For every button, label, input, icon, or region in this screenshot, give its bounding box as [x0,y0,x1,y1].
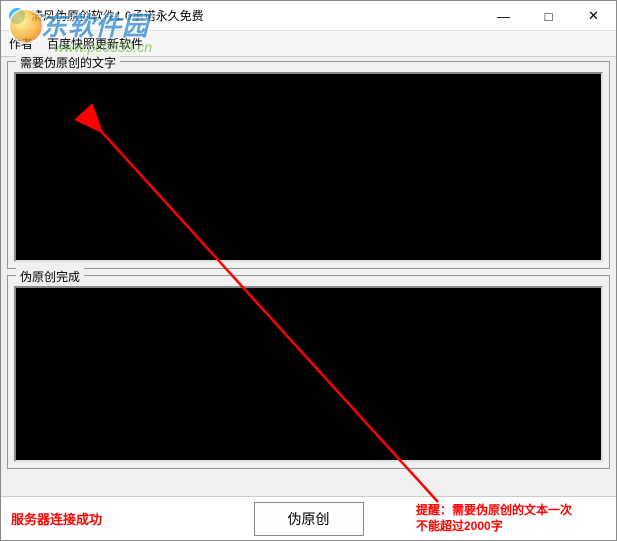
input-group-label: 需要伪原创的文字 [16,54,120,71]
titlebar: 清风伪原创软件1.0承诺永久免费 — □ ✕ [1,1,616,31]
hint-line1: 提醒：需要伪原创的文本一次 [416,503,572,517]
close-button[interactable]: ✕ [571,1,616,31]
toolbar-update[interactable]: 百度快照更新软件 [47,35,143,52]
maximize-button[interactable]: □ [526,1,571,31]
output-group: 伪原创完成 [7,275,610,469]
app-icon [9,8,25,24]
input-textarea[interactable] [14,72,603,262]
window-controls: — □ ✕ [481,1,616,31]
app-window: 清风伪原创软件1.0承诺永久免费 — □ ✕ 作者 百度快照更新软件 需要伪原创… [0,0,617,541]
input-group: 需要伪原创的文字 [7,61,610,269]
status-text: 服务器连接成功 [1,509,201,528]
hint-text: 提醒：需要伪原创的文本一次 不能超过2000字 [416,503,596,534]
window-title: 清风伪原创软件1.0承诺永久免费 [31,7,204,24]
toolbar-author[interactable]: 作者 [9,35,33,52]
hint-line2: 不能超过2000字 [416,519,503,533]
output-group-label: 伪原创完成 [16,268,84,285]
output-textarea[interactable] [14,286,603,462]
footer: 服务器连接成功 伪原创 提醒：需要伪原创的文本一次 不能超过2000字 [1,496,616,540]
minimize-button[interactable]: — [481,1,526,31]
pseudo-original-button[interactable]: 伪原创 [254,502,364,536]
content-area: 需要伪原创的文字 伪原创完成 [1,57,616,469]
